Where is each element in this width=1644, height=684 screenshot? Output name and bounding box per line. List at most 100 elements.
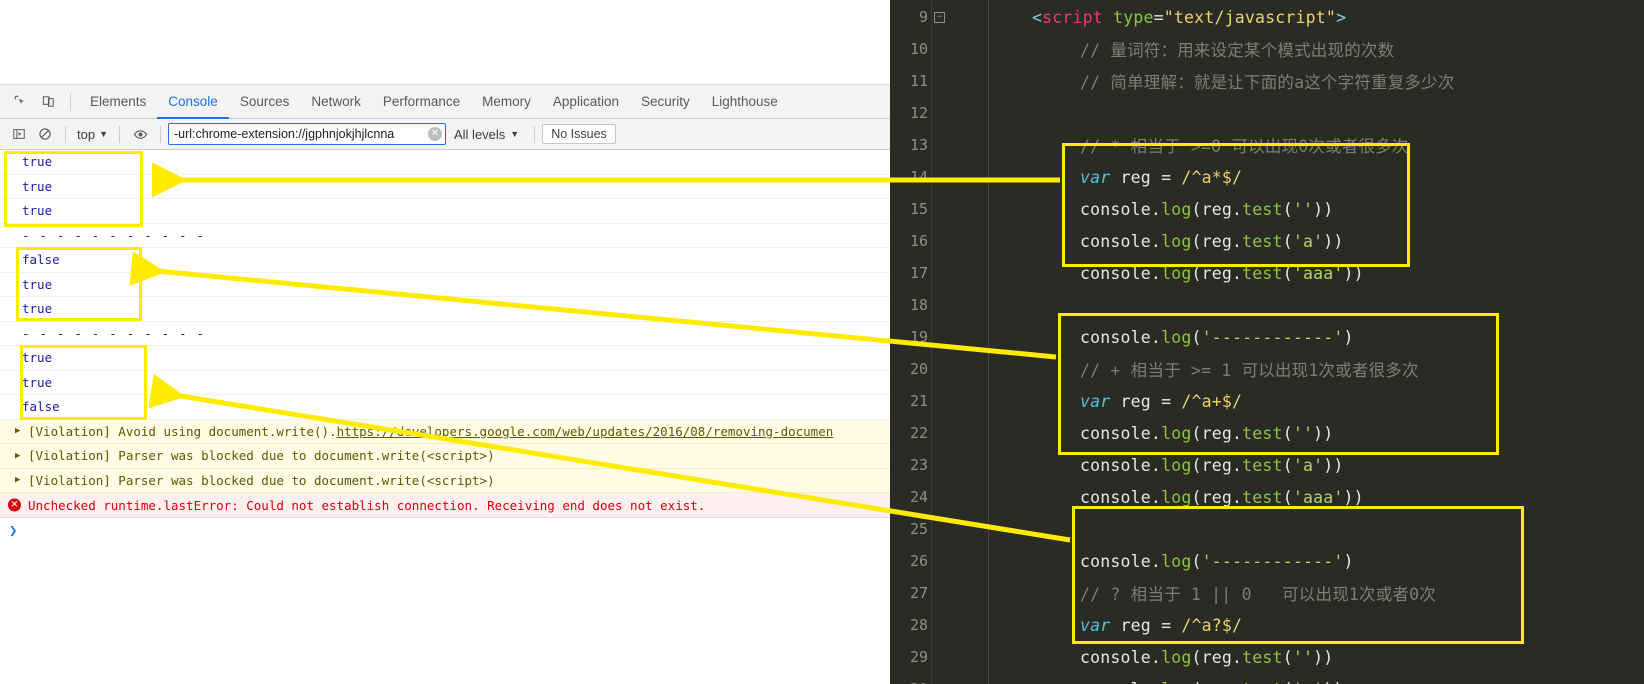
console-value-row: true (0, 175, 890, 199)
code-token: console. (1080, 263, 1162, 283)
code-token: type (1113, 7, 1154, 27)
code-line[interactable]: 16 console.log(reg.test('a')) (890, 225, 1644, 257)
device-toolbar-icon[interactable] (34, 88, 62, 116)
console-violation-row[interactable]: ▶ [Violation] Parser was blocked due to d… (0, 444, 890, 469)
tab-memory[interactable]: Memory (471, 85, 542, 119)
clear-console-icon[interactable] (32, 121, 58, 147)
code-token: '------------' (1201, 551, 1344, 571)
console-value: false (22, 399, 60, 415)
code-editor-panel[interactable]: 9− <script type="text/javascript"> 10// 量词… (890, 0, 1644, 684)
devtools-panel: Elements Console Sources Network Performance… (0, 85, 890, 684)
code-token: test (1242, 487, 1283, 507)
code-token: test (1242, 231, 1283, 251)
code-line[interactable]: 27 // ? 相当于 1 || 0 可以出现1次或者0次 (890, 577, 1644, 609)
code-token: 'a' (1293, 680, 1323, 684)
live-expression-eye-icon[interactable] (127, 121, 153, 147)
code-line[interactable]: 12 (890, 97, 1644, 129)
code-fold-icon[interactable]: − (934, 11, 945, 23)
console-sidebar-toggle-icon[interactable] (6, 121, 32, 147)
expand-triangle-icon[interactable]: ▶ (15, 475, 20, 485)
code-token: 'a' (1292, 231, 1324, 251)
code-token: log (1161, 680, 1191, 684)
line-number: 24 (909, 488, 928, 506)
code-token: test (1242, 199, 1283, 219)
code-text: console.log(reg.test('a')) (1080, 456, 1344, 475)
code-line[interactable]: 22 console.log(reg.test('')) (890, 417, 1644, 449)
tab-lighthouse[interactable]: Lighthouse (701, 85, 789, 119)
code-line[interactable]: 10 // 量词符：用来设定某个模式出现的次数 (890, 33, 1644, 65)
line-number: 26 (909, 552, 928, 570)
code-token: (reg. (1191, 231, 1243, 251)
code-token: (reg. (1191, 423, 1243, 443)
inspect-element-icon[interactable] (6, 88, 34, 116)
code-token: console. (1080, 423, 1162, 443)
code-text: var reg = /^a*$/ (1080, 168, 1242, 187)
close-icon[interactable]: ✕ (428, 127, 442, 141)
code-line[interactable]: 30 console.log(reg.test('a')) (890, 673, 1644, 684)
code-token: )) (1313, 199, 1334, 219)
code-text: var reg = /^a+$/ (1080, 392, 1242, 411)
code-token: console. (1080, 487, 1162, 507)
code-line[interactable]: 13 // * 相当于 >=0 可以出现0次或者很多次 (890, 129, 1644, 161)
code-line[interactable]: 11 // 简单理解：就是让下面的a这个字符重复多少次 (890, 65, 1644, 97)
execution-context-label: top (77, 126, 96, 142)
violation-doc-link[interactable]: https://developers.google.com/web/update… (337, 424, 834, 439)
code-text: console.log(reg.test('a')) (1080, 680, 1344, 684)
log-level-select[interactable]: All levels ▼ (446, 127, 527, 142)
filterbar-divider-4 (534, 125, 536, 143)
console-value-row: true (0, 371, 890, 395)
code-token: test (1242, 455, 1283, 475)
code-line[interactable]: 17 console.log(reg.test('aaa')) (890, 257, 1644, 289)
execution-context-select[interactable]: top ▼ (73, 127, 112, 142)
code-line[interactable]: 26 console.log('------------') (890, 545, 1644, 577)
expand-triangle-icon[interactable]: ▶ (15, 451, 20, 461)
console-error-row[interactable]: ✕ Unchecked runtime.lastError: Could not … (0, 493, 890, 518)
code-token: )) (1323, 455, 1344, 475)
console-prompt[interactable]: ❯ (0, 518, 890, 544)
tab-elements[interactable]: Elements (79, 85, 157, 119)
code-token: > (1336, 7, 1347, 27)
tab-application[interactable]: Application (542, 85, 630, 119)
code-line[interactable]: 28 var reg = /^a?$/ (890, 609, 1644, 641)
code-line[interactable]: 15 console.log(reg.test('')) (890, 193, 1644, 225)
console-violation-row[interactable]: ▶ [Violation] Parser was blocked due to d… (0, 468, 890, 493)
code-line[interactable]: 23 console.log(reg.test('a')) (890, 449, 1644, 481)
code-token: test (1242, 647, 1283, 667)
code-token: )) (1343, 487, 1364, 507)
code-line[interactable]: 18 (890, 289, 1644, 321)
code-token: (reg. (1191, 487, 1243, 507)
code-line[interactable]: 21 var reg = /^a+$/ (890, 385, 1644, 417)
code-token: = (1153, 7, 1164, 27)
code-token: console. (1080, 327, 1162, 347)
console-output[interactable]: true true true - - - - - - - - - - - false tr… (0, 150, 890, 684)
code-line[interactable]: 24 console.log(reg.test('aaa')) (890, 481, 1644, 513)
code-token: test (1242, 423, 1283, 443)
code-token: '' (1292, 423, 1314, 443)
code-text: console.log('------------') (1080, 552, 1354, 571)
tab-console[interactable]: Console (157, 85, 229, 119)
code-line[interactable]: 19 console.log('------------') (890, 321, 1644, 353)
line-number: 25 (909, 520, 928, 538)
code-line[interactable]: 20 // + 相当于 >= 1 可以出现1次或者很多次 (890, 353, 1644, 385)
issues-button[interactable]: No Issues (542, 124, 616, 144)
search-input[interactable] (174, 127, 425, 141)
code-token: console. (1080, 199, 1162, 219)
expand-triangle-icon[interactable]: ▶ (15, 426, 20, 436)
tab-sources[interactable]: Sources (229, 85, 301, 119)
code-token: 'a' (1292, 455, 1324, 475)
code-token: var (1080, 167, 1111, 187)
console-filter-field[interactable]: ✕ (168, 123, 446, 145)
code-line[interactable]: 9− <script type="text/javascript"> (890, 1, 1644, 33)
console-value-row: false (0, 248, 890, 273)
chevron-down-icon: ▼ (510, 128, 520, 139)
code-line[interactable]: 25 (890, 513, 1644, 545)
line-number: 16 (909, 232, 928, 250)
code-line[interactable]: 14 var reg = /^a*$/ (890, 161, 1644, 193)
tab-performance[interactable]: Performance (372, 85, 471, 119)
console-violation-row[interactable]: ▶ [Violation] Avoid using document.write(… (0, 419, 890, 444)
code-line[interactable]: 29 console.log(reg.test('')) (890, 641, 1644, 673)
tab-security[interactable]: Security (630, 85, 701, 119)
code-token: ( (1282, 647, 1293, 667)
tab-network[interactable]: Network (300, 85, 372, 119)
